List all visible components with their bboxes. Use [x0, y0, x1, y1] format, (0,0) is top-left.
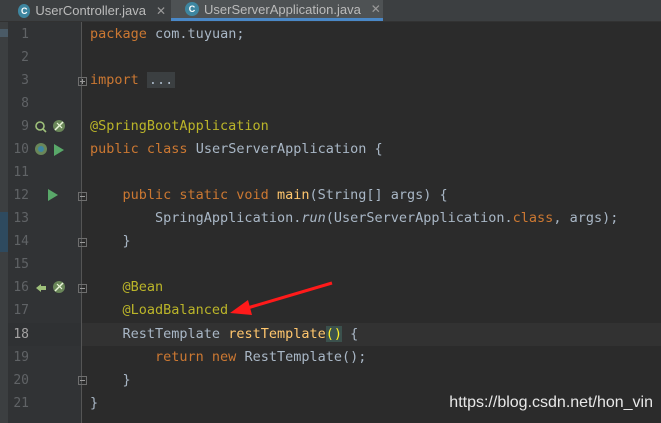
annotation: @LoadBalanced	[122, 302, 229, 318]
code-line-17[interactable]: @LoadBalanced	[90, 299, 229, 322]
spring-class-icon: C	[185, 2, 199, 16]
code-text: com.tuyuan;	[155, 26, 245, 42]
code-line-16[interactable]: @Bean	[90, 276, 164, 299]
run-main-icon[interactable]	[46, 188, 60, 202]
code-text: }	[90, 395, 99, 411]
code-line-21[interactable]: }	[90, 392, 98, 415]
code-line-3[interactable]: import ...	[90, 69, 176, 92]
line-number: 3	[21, 73, 29, 88]
code-line-13[interactable]: SpringApplication.run(UserServerApplicat…	[90, 207, 618, 230]
line-number: 12	[13, 188, 29, 203]
keyword: public class	[90, 141, 188, 157]
code-text: (String[] args) {	[309, 187, 448, 203]
code-text: SpringApplication.	[155, 210, 302, 226]
keyword: public static void	[122, 187, 269, 203]
folded-imports[interactable]: ...	[146, 72, 176, 88]
java-class-icon: C	[18, 3, 31, 18]
line-number: 19	[13, 350, 29, 365]
line-number: 21	[13, 396, 29, 411]
editor-tab-bar: C UserController.java ✕ C UserServerAppl…	[0, 0, 661, 22]
project-panel-edge[interactable]	[0, 22, 8, 423]
line-number: 9	[21, 119, 29, 134]
line-number: 15	[13, 257, 29, 272]
annotation: @SpringBootApplication	[90, 118, 269, 134]
line-number: 8	[21, 96, 29, 111]
line-number: 17	[13, 303, 29, 318]
close-icon[interactable]: ✕	[156, 4, 166, 18]
fold-collapse-icon[interactable]	[78, 238, 87, 247]
line-number: 1	[21, 27, 29, 42]
line-number-current: 18	[13, 327, 29, 342]
code-line-10[interactable]: public class UserServerApplication {	[90, 138, 383, 161]
code-line-9[interactable]: @SpringBootApplication	[90, 115, 269, 138]
method-name: restTemplate	[228, 326, 326, 342]
line-number: 2	[21, 50, 29, 65]
class-name: UserServerApplication {	[195, 141, 383, 157]
fold-collapse-icon[interactable]	[78, 192, 87, 201]
keyword: package	[90, 26, 147, 42]
code-text: }	[122, 233, 131, 249]
line-number: 20	[13, 373, 29, 388]
matched-brace: ()	[325, 326, 343, 342]
tab-user-controller[interactable]: C UserController.java ✕	[2, 0, 166, 21]
panel-marker	[0, 29, 8, 37]
static-method: run	[301, 210, 326, 226]
red-arrow-annotation	[230, 281, 333, 315]
keyword: class	[512, 210, 554, 226]
code-line-20[interactable]: }	[90, 369, 131, 392]
code-line-12[interactable]: public static void main(String[] args) {	[90, 184, 448, 207]
spring-bean-icon[interactable]	[34, 119, 70, 135]
fold-expand-icon[interactable]	[78, 77, 87, 86]
spring-bean-navigate-icon[interactable]	[34, 280, 70, 296]
tab-label: UserController.java	[35, 3, 146, 18]
keyword: import	[90, 72, 139, 88]
line-number: 10	[13, 142, 29, 157]
watermark: https://blog.csdn.net/hon_vin	[449, 394, 653, 411]
code-text: , args);	[553, 210, 619, 226]
code-line-19[interactable]: return new RestTemplate();	[90, 346, 366, 369]
code-line-18[interactable]: RestTemplate restTemplate() {	[90, 323, 358, 346]
tab-user-server-application[interactable]: C UserServerApplication.java ✕	[171, 0, 383, 21]
tab-label: UserServerApplication.java	[204, 1, 361, 17]
method-name: main	[276, 187, 310, 203]
close-icon[interactable]: ✕	[371, 2, 381, 16]
line-number: 16	[13, 280, 29, 295]
code-text: {	[342, 326, 359, 342]
code-line-1[interactable]: package com.tuyuan;	[90, 23, 244, 46]
code-text: RestTemplate	[122, 326, 221, 342]
code-text: (UserServerApplication.	[325, 210, 513, 226]
code-text: RestTemplate();	[244, 349, 367, 365]
fold-collapse-icon[interactable]	[78, 376, 87, 385]
keyword: return new	[155, 349, 237, 365]
fold-collapse-icon[interactable]	[78, 284, 87, 293]
code-line-14[interactable]: }	[90, 230, 131, 253]
line-number: 13	[13, 211, 29, 226]
panel-selection-marker	[0, 212, 8, 252]
line-number: 11	[13, 165, 29, 180]
line-number: 14	[13, 234, 29, 249]
code-text: }	[122, 372, 131, 388]
run-application-icon[interactable]	[34, 142, 70, 158]
annotation: @Bean	[122, 279, 164, 295]
